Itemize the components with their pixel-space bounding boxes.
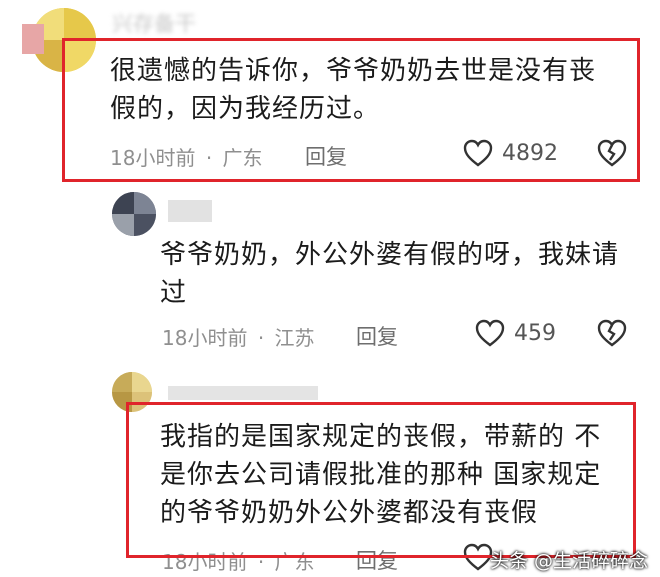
heart-outline-icon bbox=[475, 319, 505, 347]
username[interactable]: 兴存备干 bbox=[112, 8, 196, 38]
username-mosaic bbox=[168, 200, 212, 222]
avatar-mosaic bbox=[22, 24, 44, 54]
highlight-box bbox=[126, 402, 636, 558]
separator: · bbox=[257, 326, 265, 350]
comment-meta: 18小时前 · 江苏 bbox=[162, 322, 315, 351]
highlight-box bbox=[62, 38, 640, 182]
broken-heart-icon[interactable] bbox=[596, 318, 628, 348]
timestamp: 18小时前 bbox=[162, 326, 248, 350]
username-mosaic bbox=[168, 386, 318, 400]
comment-text: 爷爷奶奶，外公外婆有假的呀，我妹请 过 bbox=[160, 240, 620, 308]
like-button[interactable]: 459 bbox=[474, 318, 556, 348]
watermark: 头条 @生活碎碎念 bbox=[489, 550, 648, 572]
reply-button[interactable]: 回复 bbox=[356, 321, 398, 351]
avatar[interactable] bbox=[112, 192, 156, 236]
like-count: 459 bbox=[514, 320, 556, 346]
location: 江苏 bbox=[274, 326, 315, 350]
